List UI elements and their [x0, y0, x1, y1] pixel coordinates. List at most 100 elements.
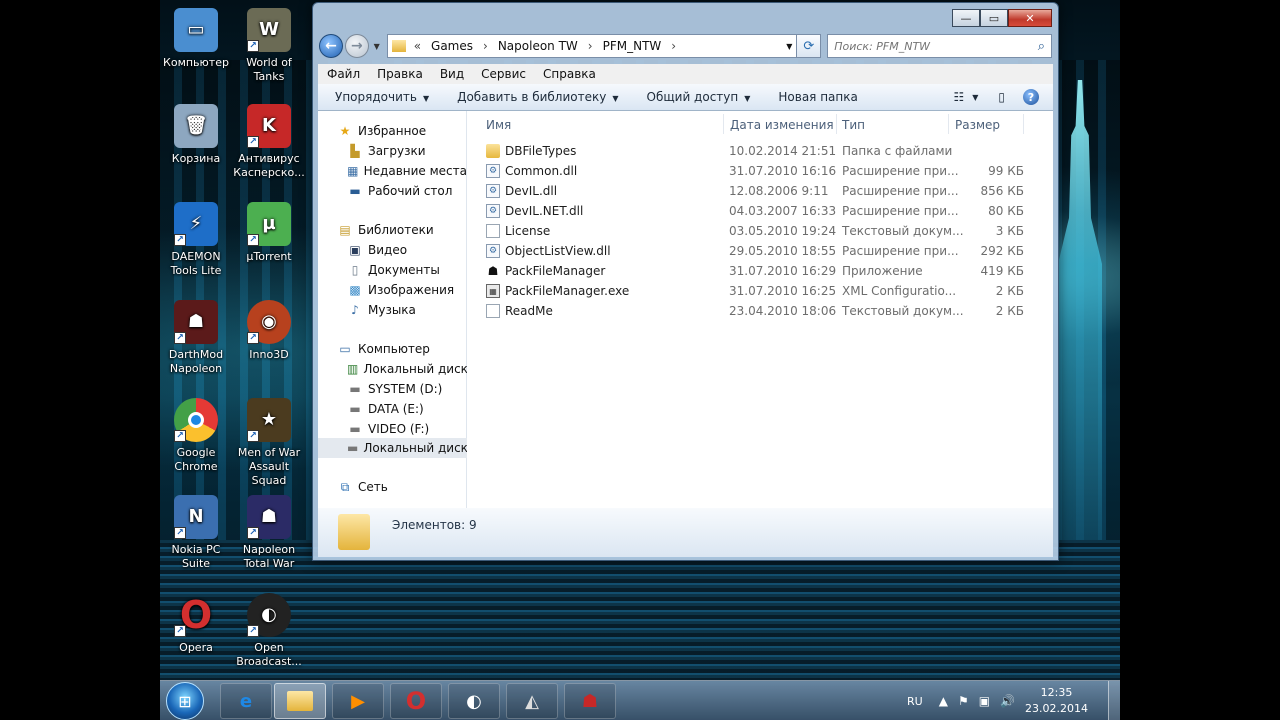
nav-music[interactable]: ♪ Музыка: [318, 300, 467, 320]
column-name[interactable]: Имя: [486, 118, 511, 132]
address-overflow[interactable]: «: [414, 39, 421, 53]
search-input[interactable]: [834, 39, 1038, 53]
desktop-icon-label: µTorrent: [246, 250, 292, 263]
column-size[interactable]: Размер: [955, 118, 1000, 132]
nav-favorites[interactable]: ★ Избранное: [318, 121, 467, 141]
column-type[interactable]: Тип: [842, 118, 865, 132]
explorer-taskbar-icon[interactable]: [274, 683, 326, 719]
breadcrumb-pfm-ntw[interactable]: PFM_NTW: [603, 39, 662, 53]
opera-taskbar-icon[interactable]: O: [390, 683, 442, 719]
action-center-icon[interactable]: ⚑: [958, 694, 969, 708]
column-divider[interactable]: [1023, 114, 1024, 134]
view-chevron-down-icon[interactable]: ▼: [972, 93, 978, 102]
desktop-icon-men-of-war[interactable]: ★ ↗ Men of War Assault Squad: [233, 398, 305, 488]
search-box[interactable]: ⌕: [827, 34, 1053, 58]
breadcrumb-separator[interactable]: ›: [588, 39, 593, 53]
desktop-icon-kaspersky[interactable]: K ↗ Антивирус Касперско...: [233, 104, 305, 180]
preview-pane-icon[interactable]: ▯: [998, 90, 1005, 104]
close-button[interactable]: ✕: [1008, 9, 1052, 27]
help-button[interactable]: ?: [1023, 89, 1053, 105]
breadcrumb-napoleon-tw[interactable]: Napoleon TW: [498, 39, 578, 53]
nav-desktop[interactable]: ▬ Рабочий стол: [318, 181, 467, 201]
breadcrumb-separator[interactable]: ›: [483, 39, 488, 53]
ie-taskbar-icon[interactable]: e: [220, 683, 272, 719]
file-row[interactable]: ⚙ DevIL.dll 12.08.2006 9:11 Расширение п…: [468, 181, 1053, 201]
column-date[interactable]: Дата изменения: [730, 118, 834, 132]
nav-drive-g[interactable]: ▬ Локальный диск (G: [318, 438, 467, 458]
desktop-icon-label: Антивирус Касперско...: [233, 152, 305, 179]
show-desktop-button[interactable]: [1108, 681, 1120, 720]
nav-images[interactable]: ▩ Изображения: [318, 280, 467, 300]
desktop-icon-computer[interactable]: ▭ Компьютер: [160, 8, 232, 70]
nav-drive-f[interactable]: ▬ VIDEO (F:): [318, 419, 467, 439]
address-dropdown-icon[interactable]: ▼: [786, 42, 792, 51]
nav-label: Компьютер: [358, 342, 430, 356]
desktop-icon-nokia[interactable]: N ↗ Nokia PC Suite: [160, 495, 232, 571]
nav-computer[interactable]: ▭ Компьютер: [318, 339, 467, 359]
show-hidden-icons-icon[interactable]: ▲: [939, 694, 948, 708]
darthmod-taskbar-icon[interactable]: ☗: [564, 683, 616, 719]
details-pane: Элементов: 9: [318, 508, 1053, 557]
file-row[interactable]: ⚙ ObjectListView.dll 29.05.2010 18:55 Ра…: [468, 241, 1053, 261]
new-folder-button[interactable]: Новая папка: [778, 90, 857, 104]
start-button[interactable]: ⊞: [166, 682, 204, 720]
column-divider[interactable]: [948, 114, 949, 134]
column-divider[interactable]: [836, 114, 837, 134]
desktop-icon-darthmod[interactable]: ☗ ↗ DarthMod Napoleon: [160, 300, 232, 376]
nav-network[interactable]: ⧉ Сеть: [318, 477, 467, 497]
desktop-icon-chrome[interactable]: ↗ Google Chrome: [160, 398, 232, 474]
menu-help[interactable]: Справка: [543, 67, 596, 81]
column-divider[interactable]: [723, 114, 724, 134]
nav-libraries[interactable]: ▤ Библиотеки: [318, 220, 467, 240]
maximize-button[interactable]: ▭: [980, 9, 1008, 27]
desktop-icon-opera[interactable]: O ↗ Opera: [160, 593, 232, 655]
desktop-icon-napoleon[interactable]: ☗ ↗ Napoleon Total War: [233, 495, 305, 571]
volume-icon[interactable]: 🔊: [1000, 694, 1015, 708]
file-row[interactable]: ▦ PackFileManager.exe 31.07.2010 16:25 X…: [468, 281, 1053, 301]
language-indicator[interactable]: RU: [907, 695, 923, 708]
search-icon[interactable]: ⌕: [1038, 39, 1045, 54]
nav-downloads[interactable]: ▙ Загрузки: [318, 141, 467, 161]
breadcrumb-separator[interactable]: ›: [671, 39, 676, 53]
file-row[interactable]: License 03.05.2010 19:24 Текстовый докум…: [468, 221, 1053, 241]
file-row[interactable]: ☗ PackFileManager 31.07.2010 16:29 Прило…: [468, 261, 1053, 281]
menu-edit[interactable]: Правка: [377, 67, 423, 81]
share-button[interactable]: Общий доступ ▼: [647, 90, 751, 104]
file-row[interactable]: DBFileTypes 10.02.2014 21:51 Папка с фай…: [468, 141, 1053, 161]
nav-drive-e[interactable]: ▬ DATA (E:): [318, 399, 467, 419]
recent-pages-dropdown[interactable]: ▼: [371, 42, 383, 51]
organize-button[interactable]: Упорядочить ▼: [335, 90, 429, 104]
file-row[interactable]: ⚙ Common.dll 31.07.2010 16:16 Расширение…: [468, 161, 1053, 181]
address-bar[interactable]: « Games › Napoleon TW › PFM_NTW › ▼: [386, 34, 798, 58]
obs-taskbar-icon[interactable]: ◐: [448, 683, 500, 719]
nav-drive-c[interactable]: ▥ Локальный диск (С: [318, 359, 467, 379]
audio-taskbar-icon[interactable]: ◭: [506, 683, 558, 719]
menu-tools[interactable]: Сервис: [481, 67, 526, 81]
view-options-icon[interactable]: ☷: [953, 90, 964, 104]
desktop-icon-world-of-tanks[interactable]: W ↗ World of Tanks: [233, 8, 305, 84]
menu-view[interactable]: Вид: [440, 67, 464, 81]
clock[interactable]: 12:35 23.02.2014: [1025, 685, 1088, 717]
nav-video[interactable]: ▣ Видео: [318, 240, 467, 260]
add-to-library-button[interactable]: Добавить в библиотеку ▼: [457, 90, 618, 104]
desktop-icon-recycle-bin[interactable]: 🗑 Корзина: [160, 104, 232, 166]
nav-recent-places[interactable]: ▦ Недавние места: [318, 161, 467, 181]
nav-drive-d[interactable]: ▬ SYSTEM (D:): [318, 379, 467, 399]
desktop-icon-inno3d[interactable]: ◉ ↗ Inno3D: [233, 300, 305, 362]
file-date: 12.08.2006 9:11: [729, 184, 829, 198]
desktop-icon-utorrent[interactable]: µ ↗ µTorrent: [233, 202, 305, 264]
view-controls: ☷ ▼ ▯ ?: [939, 89, 1053, 105]
file-row[interactable]: ⚙ DevIL.NET.dll 04.03.2007 16:33 Расшире…: [468, 201, 1053, 221]
minimize-button[interactable]: —: [952, 9, 980, 27]
desktop-icon-obs[interactable]: ◐ ↗ Open Broadcast...: [233, 593, 305, 669]
forward-button[interactable]: →: [344, 34, 369, 58]
menu-file[interactable]: Файл: [327, 67, 360, 81]
network-icon[interactable]: ▣: [979, 694, 990, 708]
breadcrumb-games[interactable]: Games: [431, 39, 473, 53]
media-player-taskbar-icon[interactable]: ▶: [332, 683, 384, 719]
desktop-icon-daemon-tools[interactable]: ⚡ ↗ DAEMON Tools Lite: [160, 202, 232, 278]
nav-documents[interactable]: ▯ Документы: [318, 260, 467, 280]
file-row[interactable]: ReadMe 23.04.2010 18:06 Текстовый докум.…: [468, 301, 1053, 321]
back-button[interactable]: ←: [319, 34, 343, 58]
refresh-button[interactable]: ⟳: [797, 34, 822, 58]
